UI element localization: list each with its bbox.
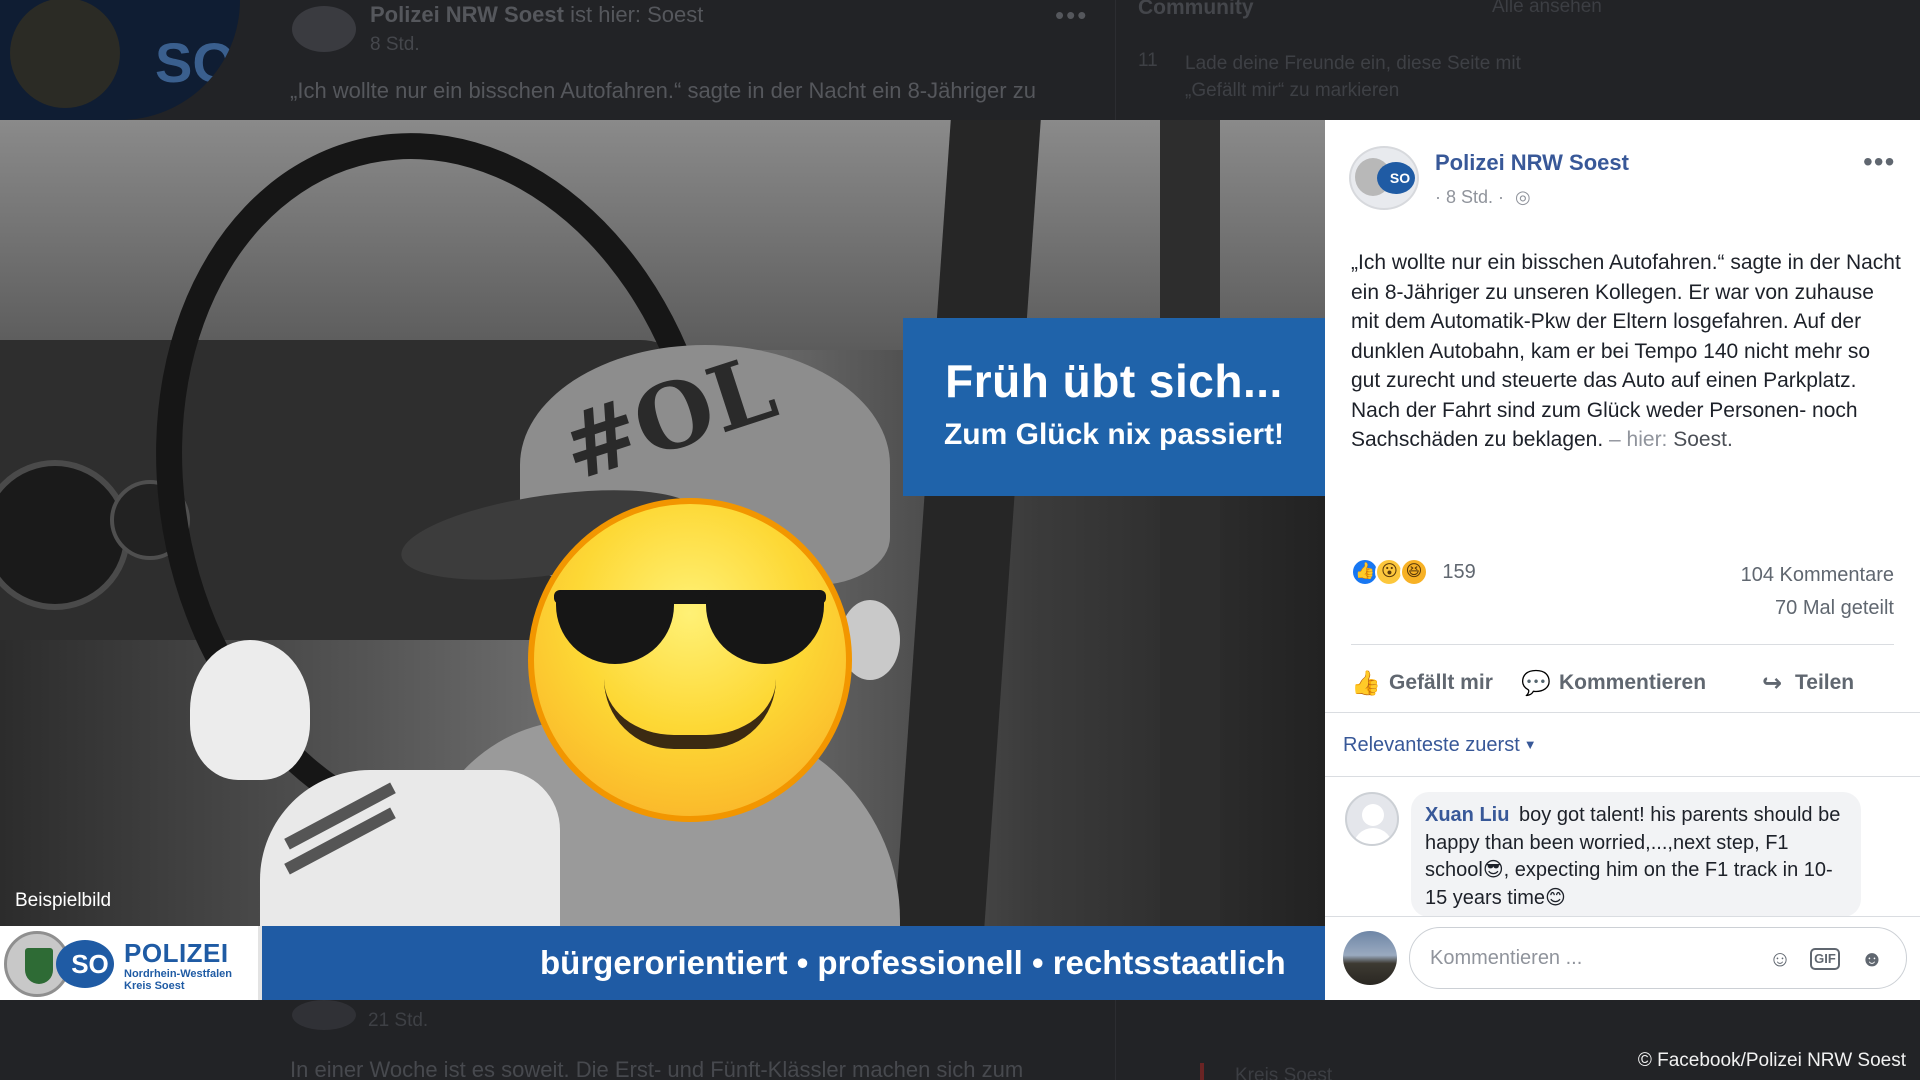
emoji-smile: [604, 679, 776, 749]
comment-composer: ☺ GIF ☻: [1325, 916, 1920, 1000]
page-name-link[interactable]: Polizei NRW Soest: [1435, 150, 1629, 176]
comment-icon: 💬: [1521, 670, 1551, 697]
post-text: „Ich wollte nur ein bisschen Autofahren.…: [1351, 248, 1901, 455]
police-brand-sub: Nordrhein-Westfalen Kreis Soest: [124, 968, 232, 992]
emoji-icon[interactable]: ☺: [1765, 944, 1795, 974]
comment-button-label: Kommentieren: [1559, 671, 1707, 694]
background-post-location: ist hier: Soest: [570, 2, 704, 27]
commenter-avatar[interactable]: [1345, 792, 1399, 846]
nrw-shield-icon: [25, 948, 53, 984]
sticker-icon[interactable]: ☻: [1857, 944, 1887, 974]
sunglasses-lens-left: [556, 590, 674, 664]
share-icon: ↪: [1761, 670, 1783, 697]
comment-input-wrapper: ☺ GIF ☻: [1409, 927, 1907, 989]
police-logo: SO POLIZEI Nordrhein-Westfalen Kreis Soe…: [0, 926, 262, 1000]
photo-door-pillar-2: [1160, 120, 1220, 1000]
divider: [1325, 712, 1920, 713]
background-see-all-link: Alle ansehen: [1492, 0, 1602, 17]
background-community-count: 11: [1138, 50, 1158, 71]
more-options-icon[interactable]: •••: [1863, 146, 1895, 178]
background-post-text: „Ich wollte nur ein bisschen Autofahren.…: [290, 78, 1036, 103]
comment-button[interactable]: 💬 Kommentieren: [1521, 654, 1706, 712]
background-post-avatar-2: [292, 1000, 356, 1030]
post-timestamp[interactable]: · 8 Std. ·: [1435, 187, 1504, 208]
background-post-author: Polizei NRW Soest ist hier: Soest: [370, 2, 703, 28]
page-avatar[interactable]: SO: [1349, 146, 1419, 210]
comment-sort-label: Relevanteste zuerst: [1343, 734, 1520, 756]
background-community-heading: Community: [1138, 0, 1254, 19]
thumbs-up-icon: 👍: [1351, 670, 1381, 697]
like-button-label: Gefällt mir: [1389, 671, 1493, 694]
police-brand: POLIZEI: [124, 938, 229, 968]
haha-reaction-icon: 😆: [1399, 558, 1428, 586]
post-photo[interactable]: #OL Früh übt sich... Zum Glück nix passi…: [0, 120, 1325, 1000]
banner-subtitle: Zum Glück nix passiert!: [943, 418, 1285, 451]
share-button-label: Teilen: [1795, 671, 1855, 694]
comment-input[interactable]: [1430, 942, 1740, 974]
caret-down-icon: ▼: [1523, 737, 1537, 752]
divider: [1351, 644, 1894, 645]
background-more-icon: •••: [1055, 0, 1089, 30]
background-post-avatar: [292, 6, 356, 52]
police-badge: SO: [56, 940, 114, 988]
background-post-time-2: 21 Std.: [368, 1010, 429, 1031]
sunglasses-emoji-icon: [528, 498, 852, 822]
police-district: Kreis Soest: [124, 980, 185, 992]
post-actions: 👍 Gefällt mir 💬 Kommentieren ↪ Teilen: [1351, 654, 1894, 712]
police-footer-bar: SO POLIZEI Nordrhein-Westfalen Kreis Soe…: [0, 926, 1325, 1000]
post-side-panel: SO Polizei NRW Soest · 8 Std. · ◎ ••• „I…: [1325, 120, 1920, 1000]
reaction-count: 159: [1442, 560, 1476, 583]
divider: [1325, 776, 1920, 777]
comment-count-link[interactable]: 104 Kommentare: [1741, 564, 1894, 587]
share-count-link[interactable]: 70 Mal geteilt: [1775, 597, 1894, 620]
image-credit: © Facebook/Polizei NRW Soest: [1637, 1050, 1906, 1071]
post-location-link[interactable]: Soest.: [1673, 428, 1733, 451]
comment-author-link[interactable]: Xuan Liu: [1425, 804, 1509, 826]
background-invite-text: Lade deine Freunde ein, diese Seite mit …: [1185, 53, 1521, 101]
background-page-logo: SO: [0, 0, 240, 120]
background-post-author-name: Polizei NRW Soest: [370, 2, 564, 27]
photo-banner: Früh übt sich... Zum Glück nix passiert!: [903, 318, 1325, 496]
post-body: „Ich wollte nur ein bisschen Autofahren.…: [1351, 251, 1901, 451]
sunglasses-lens-right: [706, 590, 824, 664]
photo-caption: Beispielbild: [15, 890, 112, 911]
police-slogan: bürgerorientiert • professionell • recht…: [540, 944, 1286, 981]
comment-sort-dropdown[interactable]: Relevanteste zuerst ▼: [1343, 734, 1537, 757]
background-post-time: 8 Std.: [370, 34, 420, 55]
police-state: Nordrhein-Westfalen: [124, 968, 232, 980]
share-button[interactable]: ↪ Teilen: [1757, 654, 1854, 712]
like-button[interactable]: 👍 Gefällt mir: [1351, 654, 1493, 712]
avatar-body: [1353, 828, 1393, 844]
comment-bubble: Xuan Liu boy got talent! his parents sho…: [1411, 792, 1861, 917]
reaction-summary[interactable]: 👍 😮 😆 159: [1351, 558, 1476, 588]
current-user-avatar: [1343, 931, 1397, 985]
photo-hand: [190, 640, 310, 780]
gif-icon[interactable]: GIF: [1810, 948, 1840, 970]
background-sidebar-text: Kreis Soest: [1235, 1065, 1333, 1080]
avatar-badge: SO: [1377, 162, 1415, 194]
background-logo-badge: SO: [155, 31, 236, 94]
globe-icon: ◎: [1515, 187, 1531, 207]
banner-title: Früh übt sich...: [945, 355, 1283, 407]
police-star-icon: [10, 0, 120, 108]
background-accent: [1200, 1063, 1204, 1080]
avatar-head: [1362, 804, 1384, 826]
post-location-separator: – hier:: [1609, 428, 1668, 451]
background-post-text-2: In einer Woche ist es soweit. Die Erst- …: [290, 1057, 1024, 1080]
